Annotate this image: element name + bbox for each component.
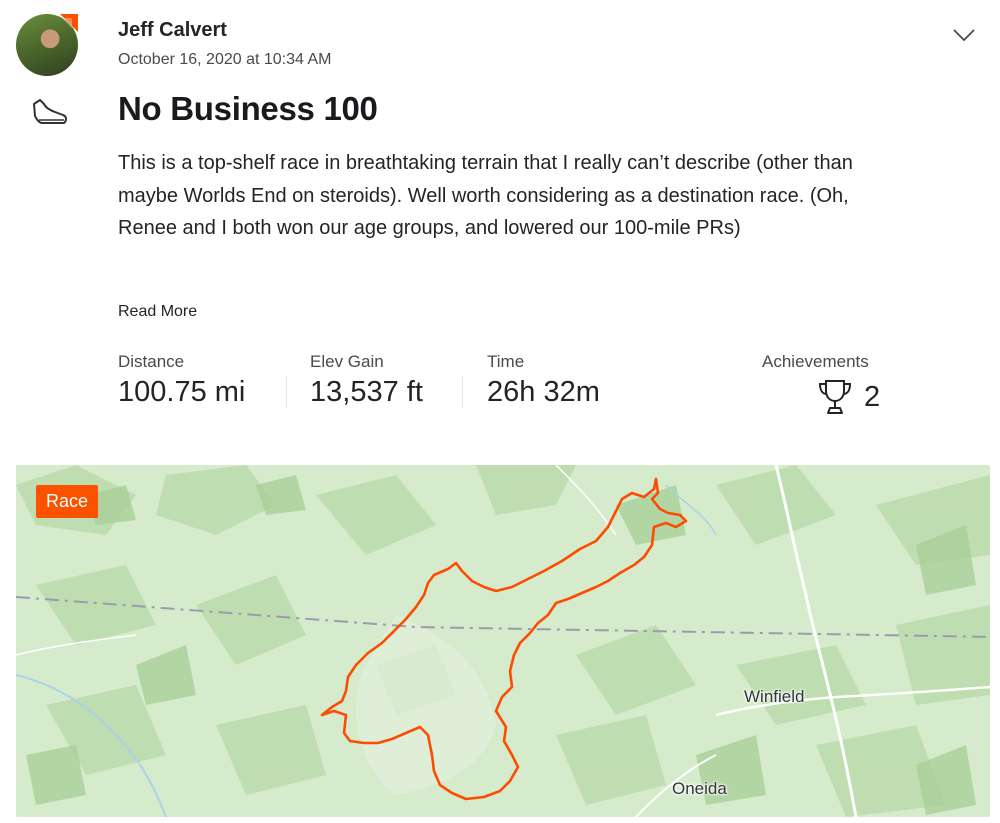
avatar[interactable] [16, 12, 80, 76]
stat-divider [286, 375, 287, 409]
stat-label: Time [487, 352, 525, 371]
trophy-icon [818, 380, 852, 414]
shoe-icon [33, 99, 68, 124]
route-map[interactable]: Race Winfield Oneida [16, 465, 990, 817]
read-more-link[interactable]: Read More [118, 303, 197, 321]
map-terrain [16, 465, 990, 817]
subscriber-badge-icon [60, 14, 78, 32]
stat-label: Elev Gain [310, 352, 384, 371]
stat-value: 100.75 mi [118, 376, 246, 408]
place-label-winfield: Winfield [744, 687, 805, 706]
activity-title[interactable]: No Business 100 [118, 90, 378, 128]
stat-label: Achievements [762, 352, 869, 371]
activity-description: This is a top-shelf race in breathtaking… [118, 152, 853, 239]
stat-divider [462, 375, 463, 409]
stat-value: 26h 32m [487, 376, 600, 408]
stat-time: Time 26h 32m [487, 352, 600, 409]
stat-value: 13,537 ft [310, 376, 423, 408]
activity-date: October 16, 2020 at 10:34 AM [118, 51, 332, 68]
stat-label: Distance [118, 352, 185, 371]
stat-elev-gain: Elev Gain 13,537 ft [310, 352, 423, 409]
chevron-down-icon[interactable] [952, 26, 976, 44]
place-label-oneida: Oneida [672, 779, 727, 798]
race-badge: Race [36, 485, 99, 518]
stat-achievements[interactable]: Achievements 2 [762, 352, 880, 414]
author-name[interactable]: Jeff Calvert [118, 19, 227, 42]
achievements-count: 2 [864, 380, 881, 413]
stat-distance: Distance 100.75 mi [118, 352, 245, 409]
